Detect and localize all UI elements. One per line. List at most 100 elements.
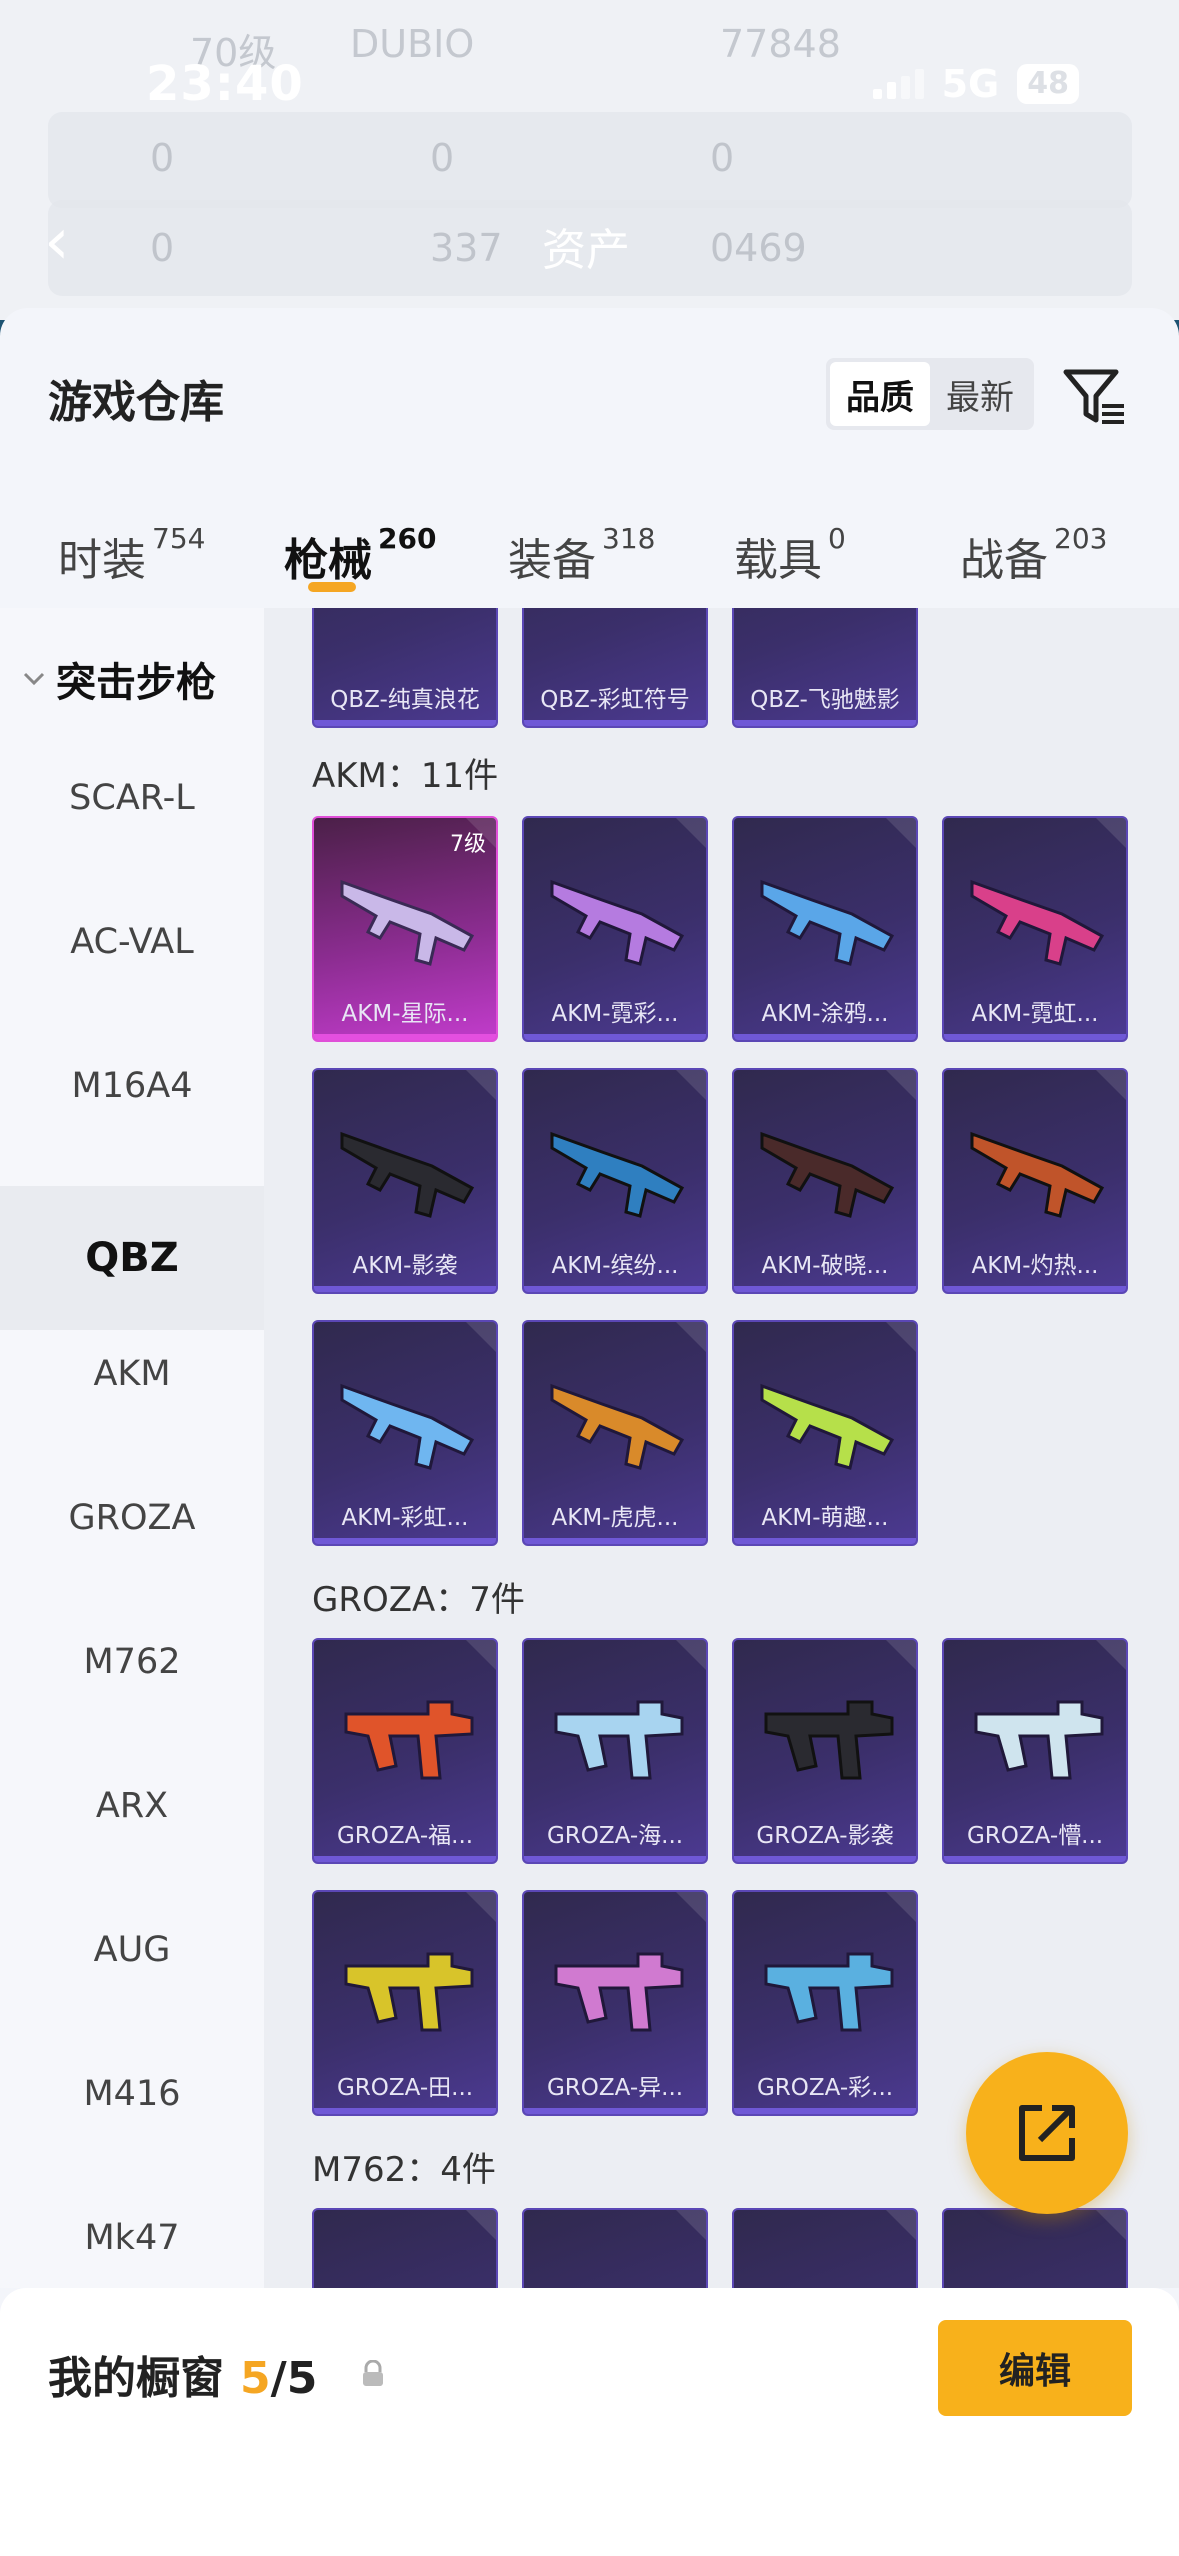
weapon-card[interactable]: QBZ-飞驰魅影 xyxy=(732,608,918,728)
weapon-card[interactable]: AKM-影袭 xyxy=(312,1068,498,1294)
tab-supplies[interactable]: 战备 203 xyxy=(960,522,1107,588)
section-akm-header: AKM：11件 xyxy=(312,756,499,796)
showcase-bar: 我的橱窗 5 /5 编辑 xyxy=(0,2288,1179,2556)
bg-stat: 0 xyxy=(430,136,455,180)
rifle-icon xyxy=(760,879,895,966)
nav-item-arx[interactable]: ARX xyxy=(0,1734,264,1878)
weapon-card[interactable]: AKM-萌趣... xyxy=(732,1320,918,1546)
weapon-card[interactable]: AKM-涂鸦... xyxy=(732,816,918,1042)
bg-name: DUBIO xyxy=(350,22,475,66)
weapon-name: QBZ-彩虹符号 xyxy=(540,687,690,713)
rifle-icon xyxy=(760,1131,895,1218)
weapon-name: AKM-霓虹... xyxy=(971,1001,1099,1027)
weapon-card[interactable]: AKM-霓虹... xyxy=(942,816,1128,1042)
weapon-card[interactable]: AKM-灼热... xyxy=(942,1068,1128,1294)
weapon-name: QBZ-纯真浪花 xyxy=(330,687,480,713)
back-icon[interactable]: ‹ xyxy=(44,210,70,274)
weapon-name: GROZA-田... xyxy=(336,2075,474,2101)
weapon-card[interactable]: 7级 AKM-星际... xyxy=(312,816,498,1042)
weapon-name: AKM-星际... xyxy=(341,1001,469,1027)
section-m762-header: M762：4件 xyxy=(312,2150,496,2190)
weapon-name: AKM-灼热... xyxy=(971,1253,1099,1279)
rifle-icon xyxy=(344,1700,474,1780)
weapon-card[interactable]: AKM-霓彩... xyxy=(522,816,708,1042)
weapon-card[interactable]: AKM-彩虹... xyxy=(312,1320,498,1546)
weapon-card[interactable] xyxy=(942,2208,1128,2288)
nav-item-m762[interactable]: M762 xyxy=(0,1590,264,1734)
weapon-grid: QBZ-纯真浪花 QBZ-彩虹符号 QBZ-飞驰魅影 AKM：11件 7级 AK… xyxy=(264,608,1179,2288)
weapon-name: AKM-缤纷... xyxy=(551,1253,679,1279)
status-indicators: 5G 48 xyxy=(872,62,1079,106)
rifle-icon xyxy=(344,1952,474,2032)
rifle-icon xyxy=(340,1131,475,1218)
weapon-card[interactable]: AKM-缤纷... xyxy=(522,1068,708,1294)
weapon-card[interactable]: GROZA-影袭 xyxy=(732,1638,918,1864)
share-icon xyxy=(1019,2105,1075,2161)
rifle-icon xyxy=(340,879,475,966)
lock-icon xyxy=(363,2360,383,2386)
weapon-card[interactable] xyxy=(522,2208,708,2288)
sheet-title: 游戏仓库 xyxy=(48,377,224,428)
nav-item-aug[interactable]: AUG xyxy=(0,1878,264,2022)
filter-icon[interactable] xyxy=(1060,360,1130,430)
weapon-name: AKM-影袭 xyxy=(352,1253,458,1279)
signal-icon xyxy=(872,69,924,99)
weapon-name: GROZA-海... xyxy=(546,1823,684,1849)
sort-quality-button[interactable]: 品质 xyxy=(830,362,930,426)
chevron-down-icon xyxy=(23,672,45,686)
category-header[interactable]: 突击步枪 xyxy=(20,650,216,708)
weapon-name: AKM-霓彩... xyxy=(551,1001,679,1027)
weapon-card[interactable]: GROZA-田... xyxy=(312,1890,498,2116)
weapon-card[interactable]: GROZA-海... xyxy=(522,1638,708,1864)
weapon-card[interactable] xyxy=(732,2208,918,2288)
weapon-card[interactable]: QBZ-纯真浪花 xyxy=(312,608,498,728)
rifle-icon xyxy=(550,879,685,966)
edit-button[interactable]: 编辑 xyxy=(938,2320,1132,2416)
weapon-card[interactable]: QBZ-彩虹符号 xyxy=(522,608,708,728)
rifle-icon xyxy=(764,1700,894,1780)
showcase-count: 5 xyxy=(240,2353,271,2404)
rifle-icon xyxy=(970,1131,1105,1218)
weapon-card[interactable]: AKM-虎虎... xyxy=(522,1320,708,1546)
share-button[interactable] xyxy=(966,2052,1128,2214)
nav-item-scar-l[interactable]: SCAR-L xyxy=(0,726,264,870)
weapon-card[interactable] xyxy=(312,2208,498,2288)
background-header: 70级 DUBIO 77848 0 0 0 0 337 0469 ‹ 资产 23… xyxy=(0,0,1179,320)
bg-stat: 0469 xyxy=(710,226,807,270)
tab-firearms[interactable]: 枪械 260 xyxy=(284,522,436,588)
weapon-name: AKM-破晓... xyxy=(761,1253,889,1279)
nav-item-m416[interactable]: M416 xyxy=(0,2022,264,2166)
weapon-name: AKM-萌趣... xyxy=(761,1505,889,1531)
weapon-card[interactable]: GROZA-彩... xyxy=(732,1890,918,2116)
sort-toggle: 品质 最新 xyxy=(826,358,1034,430)
weapon-name: GROZA-异... xyxy=(546,2075,684,2101)
bg-stat: 0 xyxy=(150,136,175,180)
sort-newest-button[interactable]: 最新 xyxy=(930,362,1030,426)
weapon-name: AKM-彩虹... xyxy=(341,1505,469,1531)
weapon-name: AKM-涂鸦... xyxy=(761,1001,889,1027)
rifle-icon xyxy=(760,1383,895,1470)
weapon-card[interactable]: GROZA-异... xyxy=(522,1890,708,2116)
rifle-icon xyxy=(764,1952,894,2032)
weapon-card[interactable]: GROZA-懵... xyxy=(942,1638,1128,1864)
nav-item-akm[interactable]: AKM xyxy=(0,1302,264,1446)
tab-equipment[interactable]: 装备 318 xyxy=(508,522,655,588)
nav-item-ac-val[interactable]: AC-VAL xyxy=(0,870,264,1014)
bg-stat: 337 xyxy=(430,226,503,270)
tab-fashion[interactable]: 时装 754 xyxy=(58,522,205,588)
battery-icon: 48 xyxy=(1017,64,1079,104)
bg-stat: 0 xyxy=(710,136,735,180)
nav-item-groza[interactable]: GROZA xyxy=(0,1446,264,1590)
weapon-card[interactable]: AKM-破晓... xyxy=(732,1068,918,1294)
bg-score: 77848 xyxy=(720,22,841,66)
rifle-icon xyxy=(970,879,1105,966)
rifle-icon xyxy=(550,1383,685,1470)
weapon-name: GROZA-懵... xyxy=(966,1823,1104,1849)
rifle-icon xyxy=(550,1131,685,1218)
tab-vehicles[interactable]: 载具 0 xyxy=(734,522,846,588)
nav-item-m16a4[interactable]: M16A4 xyxy=(0,1014,264,1158)
rifle-icon xyxy=(554,1700,684,1780)
bg-stats-card xyxy=(48,112,1132,208)
weapon-name: GROZA-影袭 xyxy=(756,1823,894,1849)
weapon-card[interactable]: GROZA-福... xyxy=(312,1638,498,1864)
